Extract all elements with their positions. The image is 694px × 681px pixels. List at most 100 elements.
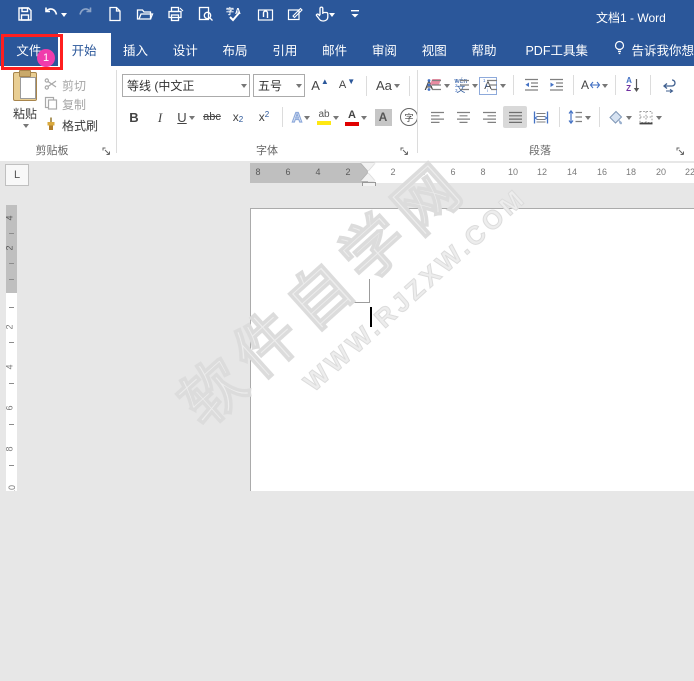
spelling-grammar-icon[interactable]: 字 A xyxy=(226,5,244,23)
strikethrough-button[interactable]: abc xyxy=(200,106,224,128)
cut-label: 剪切 xyxy=(62,77,86,94)
customize-qat-icon[interactable] xyxy=(346,5,364,23)
tab-design[interactable]: 设计 xyxy=(160,33,210,66)
save-icon[interactable] xyxy=(16,5,34,23)
tab-view[interactable]: 视图 xyxy=(409,33,459,66)
font-name-combobox[interactable]: 等线 (中文正 xyxy=(122,74,250,97)
subscript-button[interactable]: x2 xyxy=(226,106,250,128)
ruler-number: 2 xyxy=(5,245,15,250)
ruler-number: 18 xyxy=(626,167,636,177)
attachment-icon[interactable] xyxy=(256,5,274,23)
justify-button[interactable] xyxy=(503,106,527,128)
divider xyxy=(573,75,574,95)
paragraph-dialog-launcher[interactable] xyxy=(674,145,686,157)
align-center-button[interactable] xyxy=(451,106,475,128)
font-size-combobox[interactable]: 五号 xyxy=(253,74,305,97)
cut-button[interactable]: 剪切 xyxy=(44,76,86,94)
vertical-ruler[interactable]: 4 2 2 4 6 8 10 xyxy=(6,205,17,491)
ruler-tick xyxy=(9,424,14,425)
tab-mailings[interactable]: 邮件 xyxy=(310,33,360,66)
annotation-step-badge: 1 xyxy=(37,49,55,67)
line-spacing-button[interactable] xyxy=(566,106,593,128)
align-right-button[interactable] xyxy=(477,106,501,128)
tab-layout[interactable]: 布局 xyxy=(210,33,260,66)
print-preview-icon[interactable] xyxy=(196,5,214,23)
document-area[interactable]: 4 2 2 4 6 8 10 xyxy=(0,186,694,491)
text-boundary-mark xyxy=(369,279,370,302)
shrink-font-button[interactable]: A▼ xyxy=(335,75,359,97)
superscript-icon: x2 xyxy=(259,110,269,124)
quick-access-toolbar: 字 A xyxy=(16,5,364,23)
grow-font-icon: A xyxy=(311,79,320,92)
clipboard-dialog-launcher[interactable] xyxy=(100,145,112,157)
tab-help[interactable]: 帮助 xyxy=(459,33,509,66)
increase-indent-button[interactable] xyxy=(544,74,568,96)
ruler-tick xyxy=(9,383,14,384)
font-dialog-launcher[interactable] xyxy=(398,145,410,157)
svg-text:3: 3 xyxy=(455,88,458,93)
new-document-icon[interactable] xyxy=(106,5,124,23)
show-hide-marks-button[interactable] xyxy=(656,74,680,96)
distributed-button[interactable] xyxy=(529,106,553,128)
change-case-button[interactable]: Aa xyxy=(374,75,402,97)
bold-icon: B xyxy=(129,111,138,124)
tab-insert[interactable]: 插入 xyxy=(111,33,161,66)
hanging-indent-marker[interactable] xyxy=(361,173,375,181)
text-effects-button[interactable]: A xyxy=(289,106,313,128)
tab-review[interactable]: 审阅 xyxy=(360,33,410,66)
format-painter-button[interactable]: 格式刷 xyxy=(44,116,98,134)
touch-mouse-mode-icon[interactable] xyxy=(316,5,334,23)
quick-print-icon[interactable] xyxy=(166,5,184,23)
clipboard-group-label: 剪贴板 xyxy=(0,142,104,158)
tab-references[interactable]: 引用 xyxy=(260,33,310,66)
font-color-button[interactable]: A xyxy=(343,106,369,128)
multilevel-list-icon: 1ai xyxy=(483,78,498,92)
font-group: 等线 (中文正 五号 A▲ A▼ Aa A wén xyxy=(118,66,416,160)
chevron-down-icon xyxy=(500,84,506,91)
chevron-down-icon xyxy=(23,124,29,131)
change-case-icon: Aa xyxy=(376,79,392,92)
undo-icon[interactable] xyxy=(46,5,64,23)
asian-layout-icon: A xyxy=(581,79,600,91)
shading-button[interactable] xyxy=(606,106,634,128)
chevron-down-icon xyxy=(626,116,632,123)
edit-icon[interactable] xyxy=(286,5,304,23)
chevron-down-icon xyxy=(361,116,367,123)
bullets-button[interactable] xyxy=(425,74,452,96)
underline-button[interactable]: U xyxy=(174,106,198,128)
paste-button[interactable]: 粘贴 xyxy=(7,72,43,144)
first-line-indent-marker[interactable] xyxy=(361,163,375,171)
borders-button[interactable] xyxy=(636,106,664,128)
window-title: 文档1 - Word xyxy=(596,9,666,26)
divider xyxy=(650,75,651,95)
italic-button[interactable]: I xyxy=(148,106,172,128)
open-icon[interactable] xyxy=(136,5,154,23)
sort-button[interactable]: AZ xyxy=(621,74,645,96)
ruler-number: 4 xyxy=(315,167,320,177)
multilevel-list-button[interactable]: 1ai xyxy=(481,74,508,96)
copy-button[interactable]: 复制 xyxy=(44,95,86,113)
superscript-button[interactable]: x2 xyxy=(252,106,276,128)
divider xyxy=(559,107,560,127)
highlight-color-button[interactable]: ab xyxy=(315,106,341,128)
asian-layout-button[interactable]: A xyxy=(579,74,610,96)
decrease-indent-button[interactable] xyxy=(519,74,543,96)
document-page[interactable] xyxy=(250,208,694,491)
tell-me-box[interactable]: 告诉我你想 xyxy=(605,33,694,66)
redo-icon[interactable] xyxy=(76,5,94,23)
font-size-value: 五号 xyxy=(258,77,294,94)
ruler-tick xyxy=(9,342,14,343)
format-painter-icon xyxy=(44,117,58,134)
horizontal-ruler[interactable]: 8 6 4 2 2 4 6 8 10 12 14 16 18 20 22 xyxy=(250,163,694,183)
tab-pdf-tools[interactable]: PDF工具集 xyxy=(509,33,605,66)
numbering-button[interactable]: 123 xyxy=(453,74,480,96)
tab-stop-selector[interactable]: L xyxy=(5,164,29,186)
grow-font-button[interactable]: A▲ xyxy=(308,75,332,97)
align-left-button[interactable] xyxy=(425,106,449,128)
font-color-icon: A xyxy=(345,109,359,126)
text-boundary-mark xyxy=(348,302,370,303)
enclose-characters-icon: 字 xyxy=(400,108,418,126)
tab-home[interactable]: 开始 xyxy=(58,33,111,66)
character-shading-button[interactable]: A xyxy=(371,106,395,128)
bold-button[interactable]: B xyxy=(122,106,146,128)
